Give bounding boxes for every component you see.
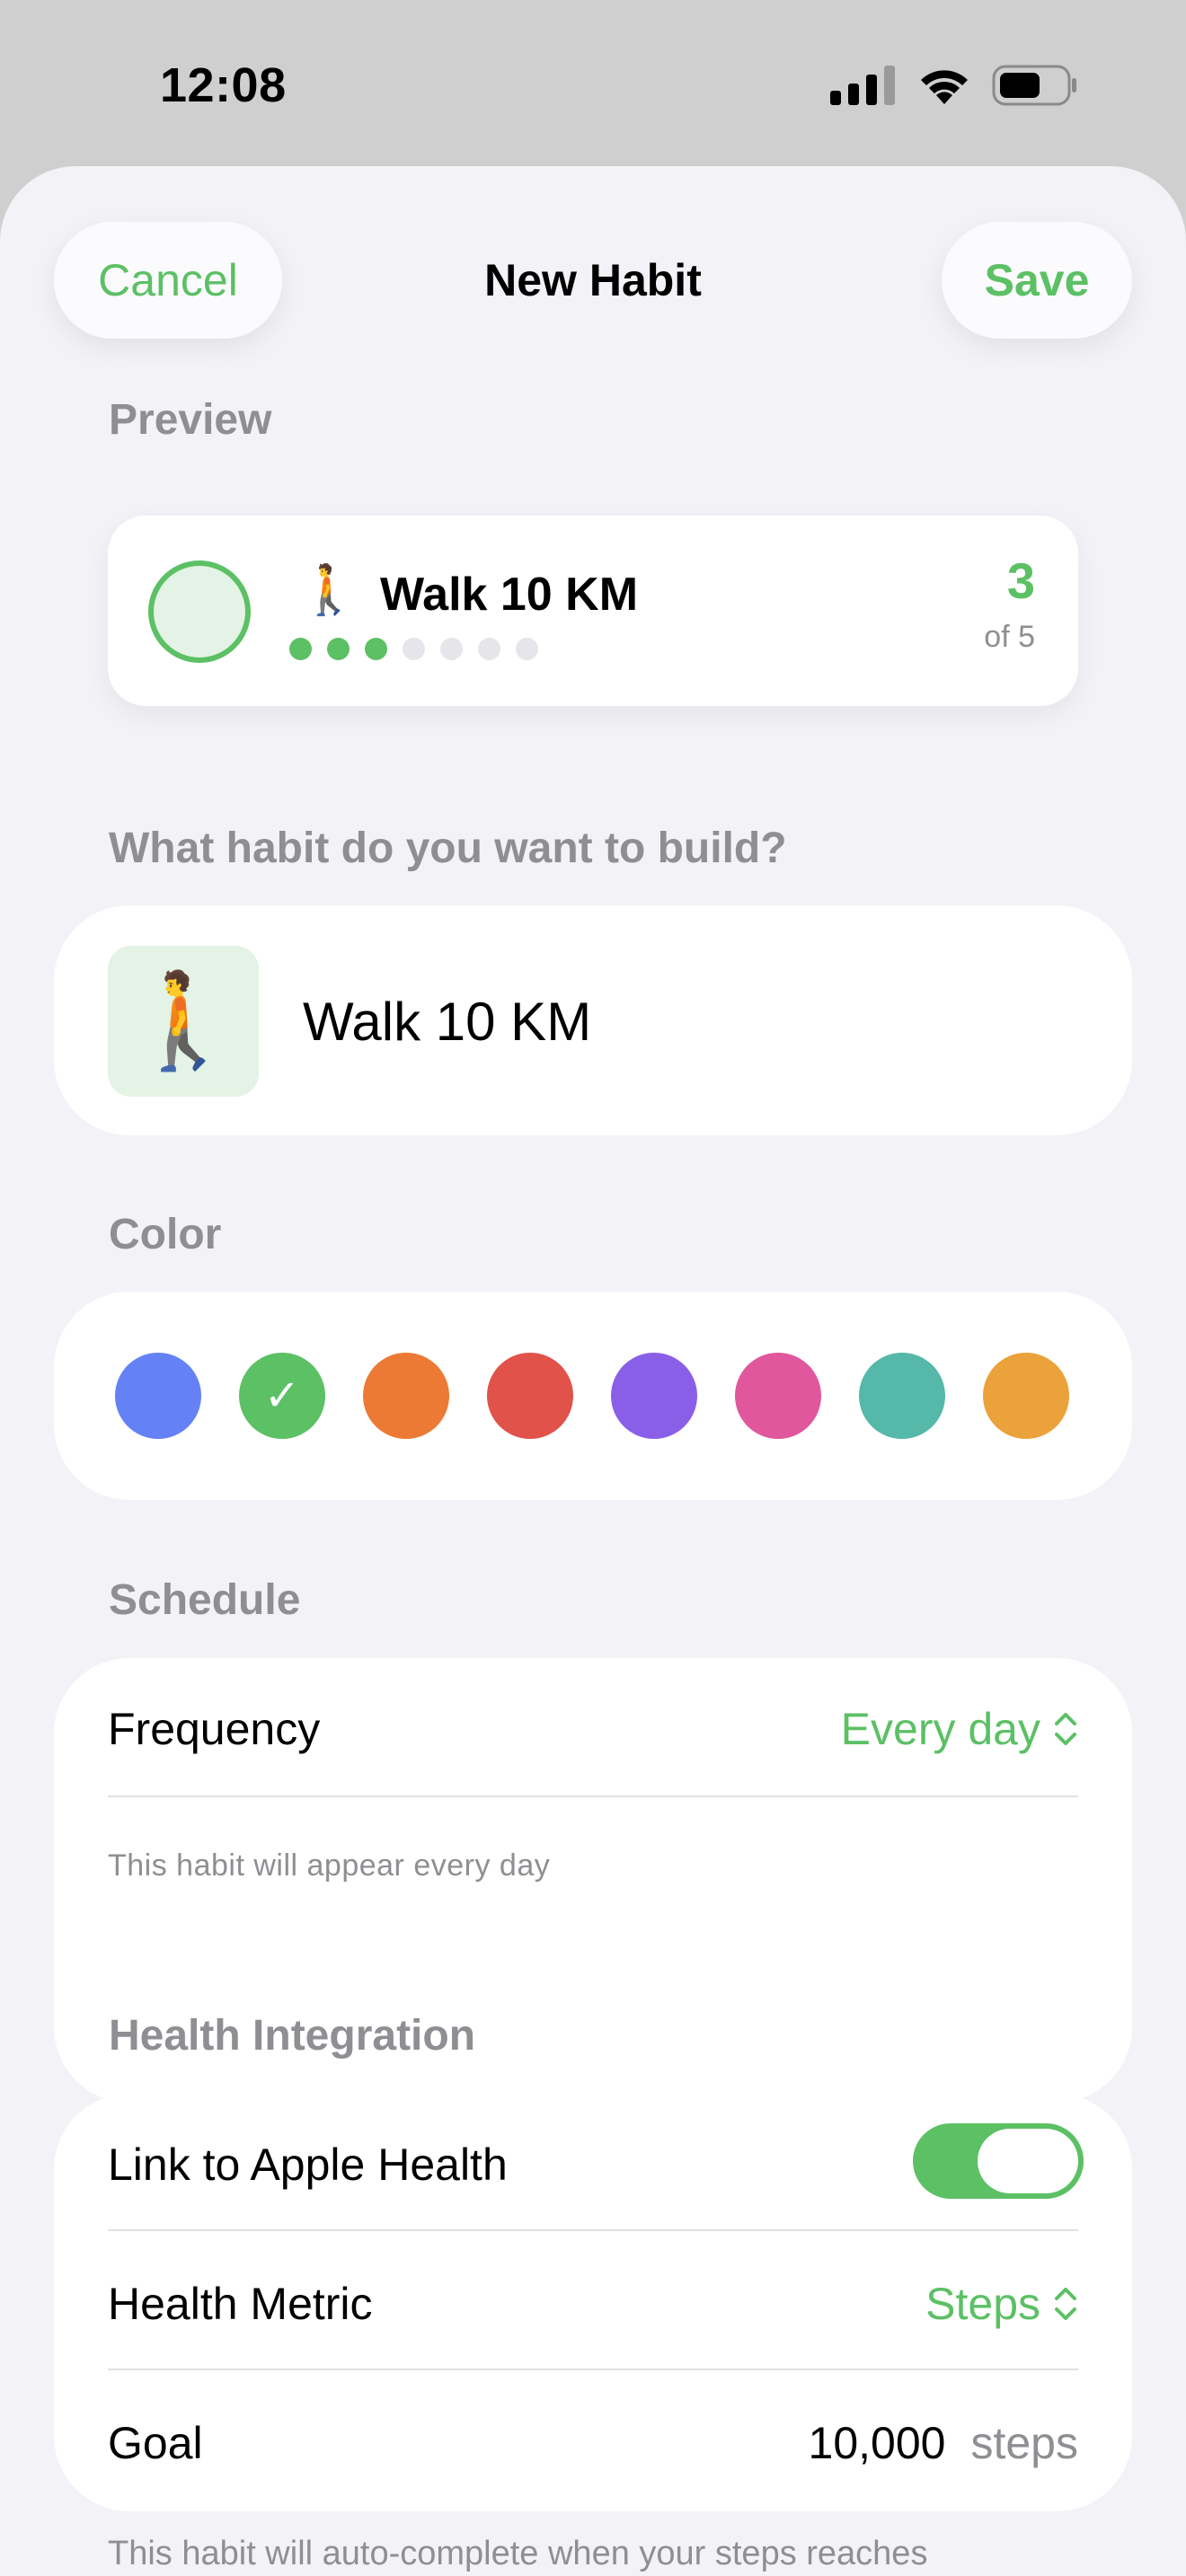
status-icons bbox=[830, 65, 1078, 106]
habit-question-label: What habit do you want to build? bbox=[109, 825, 787, 872]
walking-person-icon: 🚶 bbox=[298, 563, 359, 617]
health-metric-picker[interactable]: Steps bbox=[925, 2278, 1078, 2330]
emoji-picker-button[interactable]: 🚶 bbox=[108, 946, 259, 1097]
health-note: This habit will auto-complete when your … bbox=[108, 2535, 928, 2572]
health-section-label: Health Integration bbox=[109, 2012, 476, 2060]
frequency-label: Frequency bbox=[108, 1704, 321, 1754]
preview-section-label: Preview bbox=[109, 396, 272, 444]
chevron-up-down-icon bbox=[1055, 1713, 1076, 1745]
progress-dot bbox=[478, 638, 500, 660]
battery-icon bbox=[992, 65, 1076, 106]
goal-input[interactable]: 10,000 steps bbox=[809, 2417, 1078, 2469]
progress-dot bbox=[365, 638, 387, 660]
progress-dot bbox=[516, 638, 538, 660]
frequency-value: Every day bbox=[840, 1704, 1040, 1754]
frequency-picker[interactable]: Every day bbox=[841, 1703, 1078, 1755]
color-swatch[interactable] bbox=[983, 1353, 1069, 1439]
cellular-signal-icon bbox=[830, 66, 895, 105]
goal-value: 10,000 bbox=[808, 2418, 946, 2468]
schedule-card-body: Frequency Every day This habit will appe… bbox=[54, 1658, 1132, 1938]
completion-ring bbox=[148, 560, 251, 663]
schedule-section-label: Schedule bbox=[109, 1576, 301, 1624]
link-health-label: Link to Apple Health bbox=[108, 2139, 508, 2190]
color-swatches: ✓ bbox=[115, 1353, 1069, 1439]
preview-count: 3 bbox=[1006, 552, 1035, 609]
color-swatch[interactable] bbox=[859, 1353, 945, 1439]
color-swatch[interactable] bbox=[735, 1353, 821, 1439]
progress-dot bbox=[289, 638, 312, 660]
color-section-label: Color bbox=[109, 1211, 222, 1258]
preview-of-total: of 5 bbox=[984, 620, 1035, 654]
divider bbox=[108, 2369, 1078, 2370]
chevron-up-down-icon bbox=[1055, 2288, 1076, 2320]
preview-habit-name: Walk 10 KM bbox=[380, 569, 639, 621]
save-button[interactable]: Save bbox=[942, 222, 1132, 339]
color-swatch[interactable] bbox=[611, 1353, 697, 1439]
divider bbox=[108, 1795, 1078, 1797]
habit-name-field[interactable]: Walk 10 KM bbox=[303, 991, 591, 1053]
link-health-toggle[interactable] bbox=[913, 2123, 1084, 2199]
wifi-icon bbox=[921, 70, 968, 104]
color-swatch[interactable] bbox=[115, 1353, 201, 1439]
health-metric-value: Steps bbox=[925, 2279, 1040, 2329]
habit-input-card: 🚶 Walk 10 KM bbox=[54, 905, 1132, 1135]
checkmark-icon: ✓ bbox=[263, 1372, 301, 1420]
frequency-hint: This habit will appear every day bbox=[108, 1848, 551, 1883]
color-swatch[interactable] bbox=[363, 1353, 449, 1439]
color-swatch[interactable] bbox=[487, 1353, 573, 1439]
progress-dot bbox=[440, 638, 463, 660]
status-bar: 12:08 bbox=[0, 0, 1186, 171]
progress-dot bbox=[403, 638, 425, 660]
toggle-knob bbox=[978, 2129, 1078, 2193]
goal-label: Goal bbox=[108, 2418, 203, 2468]
progress-dot bbox=[327, 638, 350, 660]
health-metric-label: Health Metric bbox=[108, 2279, 373, 2329]
habit-preview-card: 🚶 Walk 10 KM 3 of 5 bbox=[108, 516, 1078, 706]
progress-dots bbox=[289, 638, 538, 660]
walking-person-icon: 🚶 bbox=[125, 968, 242, 1073]
color-picker-card: ✓ bbox=[54, 1292, 1132, 1500]
status-time: 12:08 bbox=[160, 58, 287, 112]
color-swatch[interactable]: ✓ bbox=[239, 1353, 325, 1439]
health-card: Link to Apple Health Health Metric Steps… bbox=[54, 2094, 1132, 2511]
goal-unit: steps bbox=[970, 2418, 1078, 2468]
divider bbox=[108, 2229, 1078, 2231]
